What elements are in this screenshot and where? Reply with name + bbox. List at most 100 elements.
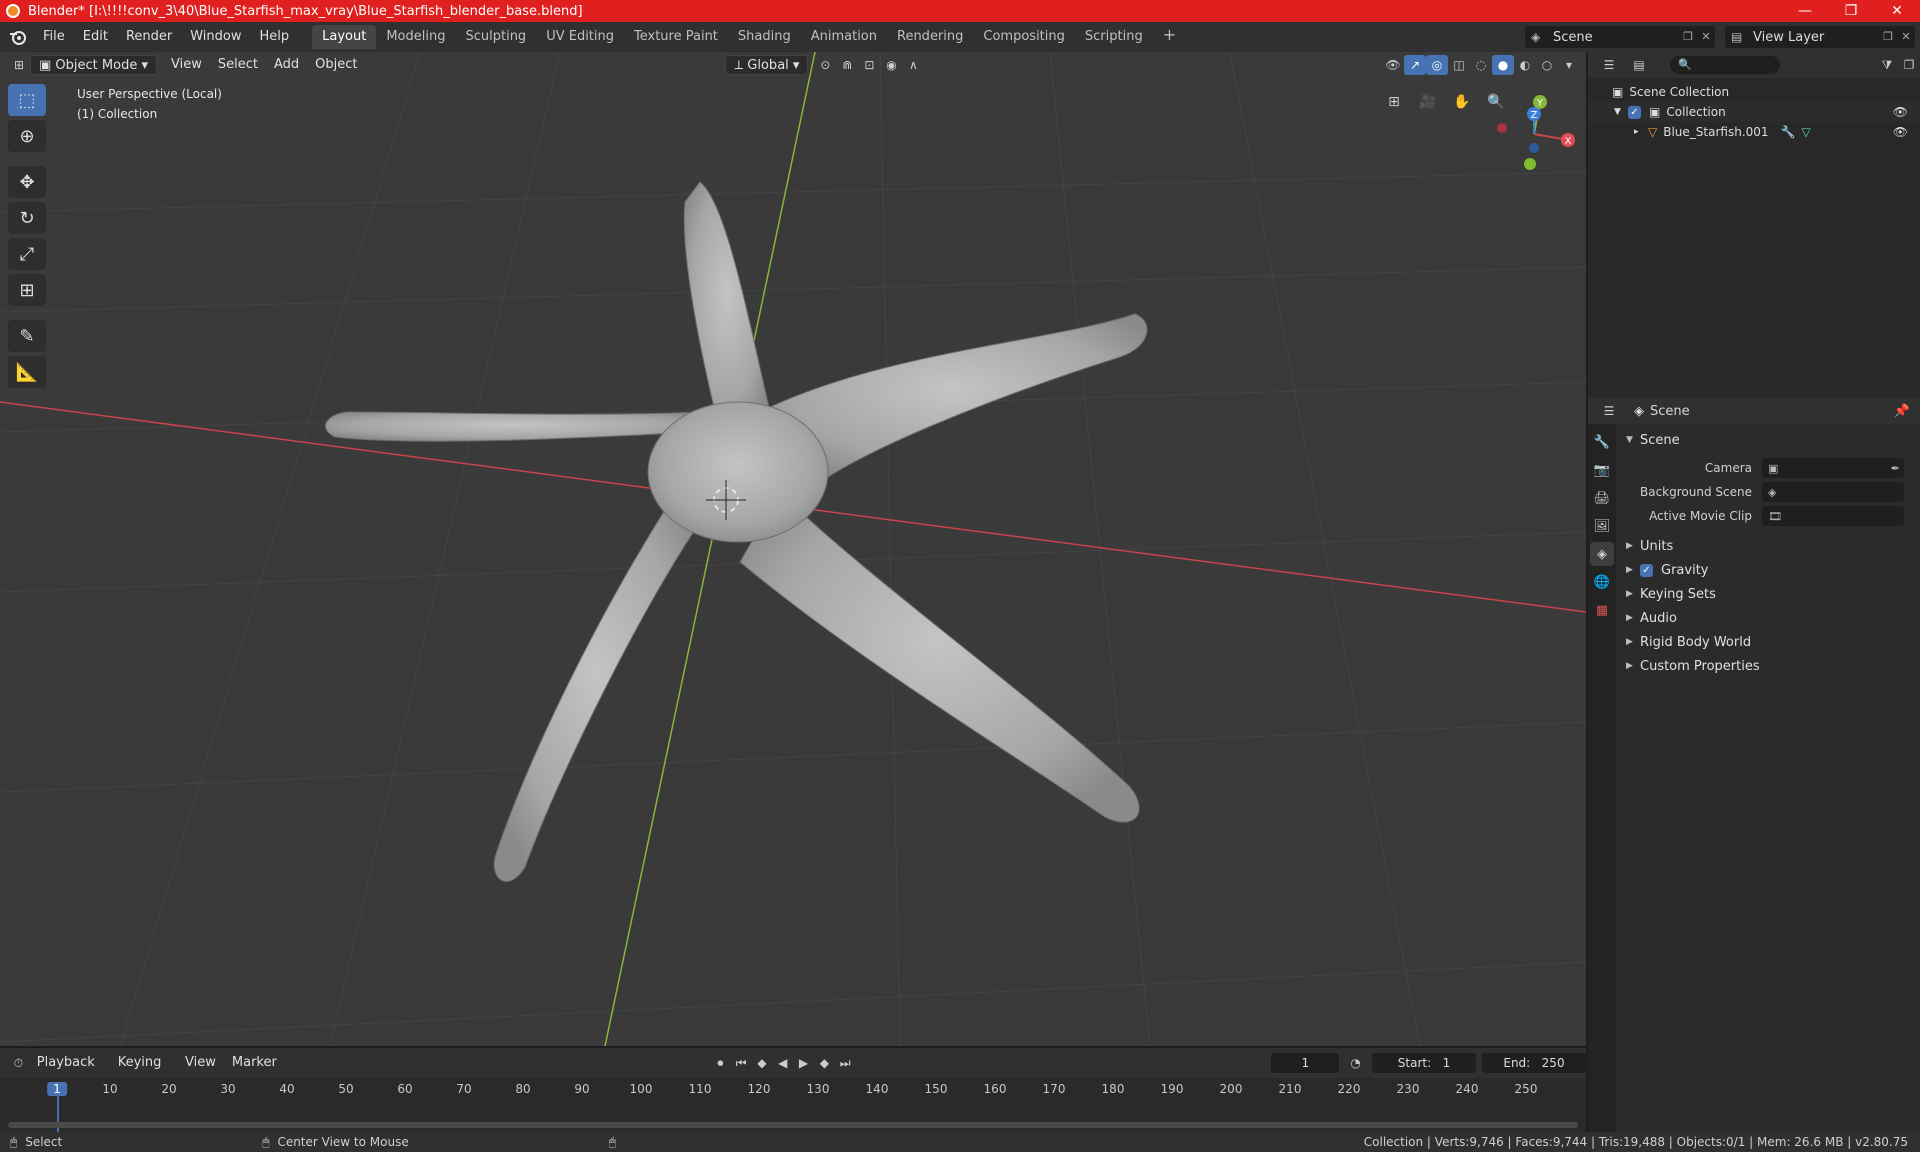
properties-editor[interactable]: ☰ ◈ Scene 📌 🔧 📷 🖨 🖼 ◈ 🌐 ▦ ▼ Scene Camera… (1588, 398, 1920, 1132)
3d-viewport[interactable]: ⊞ ▣ Object Mode ▾ View Select Add Object… (0, 52, 1586, 1046)
add-workspace-button[interactable]: + (1153, 25, 1186, 49)
panel-custom-properties-title[interactable]: Custom Properties (1640, 659, 1760, 674)
gizmo-y-label[interactable]: Y (1536, 98, 1544, 109)
panel-audio-title[interactable]: Audio (1640, 611, 1677, 626)
editor-type-icon[interactable]: ⊞ (8, 55, 30, 75)
display-mode-icon[interactable]: ▤ (1628, 55, 1650, 75)
mesh-data-icon[interactable]: ▽ (1802, 125, 1811, 139)
gizmo-x-label[interactable]: X (1565, 136, 1572, 147)
properties-editor-type-icon[interactable]: ☰ (1598, 401, 1620, 421)
snap-icon[interactable]: ⋒ (836, 55, 858, 75)
cursor-tool-icon[interactable]: ⊕ (8, 120, 46, 152)
viewport-menu-select[interactable]: Select (210, 55, 266, 75)
jump-start-icon[interactable]: ⏮ (731, 1053, 752, 1073)
outliner-search-input[interactable]: 🔍 (1670, 56, 1780, 74)
view-layer-tab-icon[interactable]: 🖼 (1590, 514, 1614, 538)
tab-scripting[interactable]: Scripting (1075, 25, 1153, 49)
scene-collection-label[interactable]: Scene Collection (1629, 85, 1729, 99)
xray-icon[interactable]: ◫ (1448, 55, 1470, 75)
collapse-arrow-icon[interactable]: ▶ (1626, 589, 1640, 599)
record-icon[interactable]: ⏺ (710, 1053, 731, 1073)
new-collection-icon[interactable]: ❐ (1898, 55, 1920, 75)
view-layer-selector[interactable]: ▤ View Layer ❐ ✕ (1725, 26, 1915, 48)
select-box-tool-icon[interactable]: ⬚ (8, 84, 46, 116)
active-movie-clip-field[interactable]: 🎞 (1762, 506, 1904, 526)
timeline-editor-type-icon[interactable]: ⏱ (8, 1053, 29, 1073)
timeline-menu-keying[interactable]: Keying ▾ (110, 1053, 177, 1090)
solid-shading-icon[interactable]: ● (1492, 55, 1514, 75)
delete-scene-icon[interactable]: ✕ (1697, 28, 1715, 46)
panel-gravity[interactable]: ▶ ✓ Gravity (1616, 558, 1920, 582)
close-button[interactable]: ✕ (1874, 0, 1920, 22)
tab-animation[interactable]: Animation (801, 25, 887, 49)
outliner-editor[interactable]: ☰ ▤ 🔍 ⧩ ❐ ▣ Scene Collection ▼ ✓ ▣ Colle… (1588, 52, 1920, 398)
preview-range-icon[interactable]: ◔ (1345, 1053, 1366, 1073)
next-keyframe-icon[interactable]: ◆ (814, 1053, 835, 1073)
output-tab-icon[interactable]: 🖨 (1590, 486, 1614, 510)
outliner-editor-type-icon[interactable]: ☰ (1598, 55, 1620, 75)
timeline-menu-playback[interactable]: Playback ▾ (29, 1053, 110, 1090)
snap-target-icon[interactable]: ⊡ (858, 55, 880, 75)
outliner-row-scene-collection[interactable]: ▣ Scene Collection (1588, 82, 1920, 102)
tab-texture-paint[interactable]: Texture Paint (624, 25, 728, 49)
toggle-view-grid-icon[interactable]: ⊞ (1380, 88, 1408, 116)
timeline-scrollbar[interactable] (8, 1122, 1578, 1128)
timeline-menu-marker[interactable]: Marker (224, 1053, 285, 1073)
falloff-icon[interactable]: ∧ (902, 55, 924, 75)
collapse-arrow-icon[interactable]: ▶ (1626, 565, 1640, 575)
view-layer-name[interactable]: View Layer (1725, 30, 1879, 45)
tab-rendering[interactable]: Rendering (887, 25, 973, 49)
panel-scene-title[interactable]: Scene (1640, 433, 1680, 448)
new-view-layer-icon[interactable]: ❐ (1879, 28, 1897, 46)
eye-icon[interactable]: 👁 (1893, 125, 1908, 139)
background-scene-field[interactable]: ◈ (1762, 482, 1904, 502)
jump-end-icon[interactable]: ⏭ (835, 1053, 856, 1073)
scene-name[interactable]: Scene (1525, 30, 1679, 45)
shading-options-icon[interactable]: ▾ (1558, 55, 1580, 75)
timeline-editor[interactable]: ⏱ Playback ▾ Keying ▾ View Marker ⏺ ⏮ ◆ … (0, 1048, 1586, 1132)
current-frame-field[interactable]: 1 (1271, 1053, 1340, 1073)
filter-icon[interactable]: ⧩ (1876, 55, 1898, 75)
panel-gravity-title[interactable]: Gravity (1661, 563, 1708, 578)
collection-label[interactable]: Collection (1666, 105, 1892, 119)
panel-scene-header[interactable]: ▼ Scene (1616, 428, 1920, 452)
scale-tool-icon[interactable]: ⤢ (8, 238, 46, 270)
play-icon[interactable]: ▶ (793, 1053, 814, 1073)
blender-logo-icon[interactable] (8, 27, 28, 47)
prev-keyframe-icon[interactable]: ◆ (752, 1053, 773, 1073)
annotate-tool-icon[interactable]: ✎ (8, 320, 46, 352)
pivot-icon[interactable]: ⊙ (814, 55, 836, 75)
expand-arrow-icon[interactable]: ▼ (1614, 107, 1628, 117)
tab-layout[interactable]: Layout (312, 25, 377, 49)
minimize-button[interactable]: — (1782, 0, 1828, 22)
tab-modeling[interactable]: Modeling (376, 25, 455, 49)
transform-tool-icon[interactable]: ⊞ (8, 274, 46, 306)
timeline-ruler[interactable]: 1 10 20 30 40 50 60 70 80 90 100 110 120… (0, 1078, 1586, 1132)
panel-keying-sets-title[interactable]: Keying Sets (1640, 587, 1716, 602)
panel-rigid-body-world[interactable]: ▶ Rigid Body World (1616, 630, 1920, 654)
gravity-checkbox[interactable]: ✓ (1640, 563, 1653, 577)
gizmo-toggle-icon[interactable]: ↗ (1404, 55, 1426, 75)
menu-file[interactable]: File (34, 26, 74, 48)
timeline-menu-view[interactable]: View (177, 1053, 224, 1073)
exclude-checkbox[interactable]: ✓ (1628, 105, 1641, 119)
collapse-arrow-icon[interactable]: ▶ (1626, 661, 1640, 671)
expand-arrow-icon[interactable]: ▼ (1626, 435, 1640, 445)
outliner-row-collection[interactable]: ▼ ✓ ▣ Collection 👁 (1588, 102, 1920, 122)
end-frame-field[interactable]: End: 250 (1482, 1053, 1586, 1073)
tick-current-frame[interactable]: 1 (47, 1082, 67, 1096)
start-value[interactable]: 1 (1443, 1056, 1451, 1070)
navigation-gizmo[interactable]: X Y Z (1488, 88, 1580, 180)
camera-view-icon[interactable]: 🎥 (1414, 88, 1442, 116)
viewport-menu-view[interactable]: View (163, 55, 210, 75)
viewport-scene[interactable] (0, 52, 1586, 1046)
rendered-shading-icon[interactable]: ○ (1536, 55, 1558, 75)
collapse-arrow-icon[interactable]: ▶ (1626, 613, 1640, 623)
panel-audio[interactable]: ▶ Audio (1616, 606, 1920, 630)
mode-dropdown[interactable]: ▣ Object Mode ▾ (30, 55, 157, 75)
overlay-toggle-icon[interactable]: ◎ (1426, 55, 1448, 75)
texture-tab-icon[interactable]: ▦ (1590, 598, 1614, 622)
eye-icon[interactable]: 👁 (1893, 105, 1908, 119)
world-tab-icon[interactable]: 🌐 (1590, 570, 1614, 594)
object-label[interactable]: Blue_Starfish.001 (1663, 125, 1768, 139)
